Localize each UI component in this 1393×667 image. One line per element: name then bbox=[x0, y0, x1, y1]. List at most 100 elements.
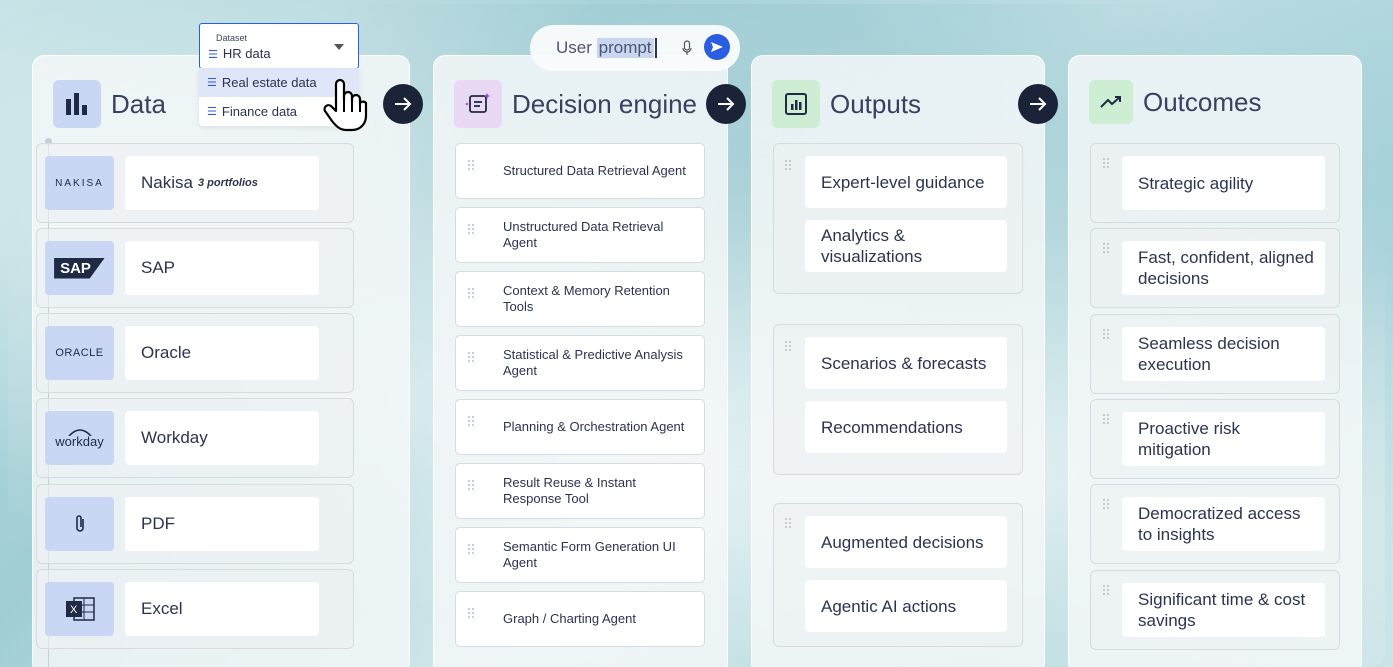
drag-handle-icon[interactable] bbox=[1103, 243, 1111, 255]
outcome-group: Democratized access to insights bbox=[1090, 484, 1340, 565]
data-source-label: Nakisa bbox=[141, 173, 193, 192]
prompt-input[interactable]: User prompt bbox=[530, 25, 740, 71]
list-icon: ☰ bbox=[208, 49, 218, 61]
portfolio-note: 3 portfolios bbox=[197, 177, 258, 189]
agent-label: Statistical & Predictive Analysis Agent bbox=[503, 347, 683, 378]
output-card[interactable]: Augmented decisions bbox=[805, 516, 1007, 568]
data-source-sap[interactable]: SAP SAP bbox=[36, 228, 354, 308]
svg-text:X: X bbox=[70, 604, 78, 616]
outcome-label: Significant time & cost savings bbox=[1138, 589, 1306, 630]
drag-handle-icon[interactable] bbox=[1103, 584, 1111, 597]
dataset-value: HR data bbox=[222, 46, 271, 61]
outcome-group: Proactive risk mitigation bbox=[1090, 398, 1340, 479]
agent-card[interactable]: Context & Memory Retention Tools bbox=[455, 271, 705, 327]
drag-handle-icon[interactable] bbox=[1103, 413, 1111, 426]
outcome-group: Seamless decision execution bbox=[1090, 313, 1340, 394]
agent-label: Context & Memory Retention Tools bbox=[503, 283, 670, 314]
drag-handle-icon[interactable] bbox=[468, 224, 476, 236]
outcome-label: Strategic agility bbox=[1138, 173, 1254, 193]
agent-card[interactable]: Semantic Form Generation UI Agent bbox=[455, 527, 705, 583]
arrow-right-button[interactable] bbox=[706, 84, 746, 124]
data-source-workday[interactable]: workday Workday bbox=[36, 398, 354, 478]
agent-card[interactable]: Statistical & Predictive Analysis Agent bbox=[455, 335, 705, 391]
outcome-group: Significant time & cost savings bbox=[1090, 569, 1340, 650]
data-source-oracle[interactable]: ORACLE Oracle bbox=[36, 313, 354, 393]
drag-handle-icon[interactable] bbox=[785, 160, 793, 172]
agent-card[interactable]: Result Reuse & Instant Response Tool bbox=[455, 463, 705, 519]
outcome-card[interactable]: Fast, confident, aligned decisions bbox=[1122, 241, 1325, 296]
arrow-right-button[interactable] bbox=[383, 84, 423, 124]
outcome-label: Fast, confident, aligned decisions bbox=[1138, 248, 1314, 289]
agent-card[interactable]: Unstructured Data Retrieval Agent bbox=[455, 207, 705, 263]
output-card[interactable]: Recommendations bbox=[805, 401, 1007, 453]
drag-handle-icon[interactable] bbox=[468, 288, 476, 300]
dashboard-chart-icon bbox=[772, 80, 820, 128]
outcome-label: Democratized access to insights bbox=[1138, 504, 1301, 545]
agent-label: Structured Data Retrieval Agent bbox=[503, 163, 686, 178]
drag-handle-icon[interactable] bbox=[1103, 499, 1111, 511]
dataset-select[interactable]: Dataset ☰ HR data bbox=[199, 23, 359, 69]
outcome-card[interactable]: Democratized access to insights bbox=[1122, 497, 1325, 552]
data-source-label: Excel bbox=[141, 599, 183, 618]
send-button[interactable] bbox=[704, 34, 730, 60]
drag-handle-icon[interactable] bbox=[468, 544, 476, 556]
microphone-icon[interactable] bbox=[682, 40, 692, 61]
data-source-excel[interactable]: X Excel bbox=[36, 569, 354, 649]
agent-label: Planning & Orchestration Agent bbox=[503, 419, 685, 434]
excel-icon: X bbox=[45, 582, 114, 636]
drag-handle-icon[interactable] bbox=[468, 160, 476, 172]
outcome-group: Fast, confident, aligned decisions bbox=[1090, 228, 1340, 309]
magic-form-icon bbox=[454, 80, 502, 128]
prompt-selection: prompt bbox=[596, 38, 654, 58]
outcome-card[interactable]: Significant time & cost savings bbox=[1122, 582, 1325, 637]
oracle-logo: ORACLE bbox=[45, 326, 114, 380]
output-card[interactable]: Analytics & visualizations bbox=[805, 220, 1007, 272]
output-card[interactable]: Agentic AI actions bbox=[805, 580, 1007, 632]
drag-handle-icon[interactable] bbox=[785, 341, 793, 353]
data-source-pdf[interactable]: PDF bbox=[36, 484, 354, 564]
dataset-label: Dataset bbox=[216, 33, 248, 43]
agent-label: Result Reuse & Instant Response Tool bbox=[503, 475, 636, 506]
data-source-label: PDF bbox=[141, 514, 175, 533]
data-source-label: Oracle bbox=[141, 343, 192, 362]
decision-engine-title: Decision engine bbox=[512, 88, 698, 119]
list-icon: ☰ bbox=[207, 106, 217, 118]
drag-handle-icon[interactable] bbox=[468, 608, 476, 620]
drag-handle-icon[interactable] bbox=[1103, 158, 1111, 170]
agent-card[interactable]: Planning & Orchestration Agent bbox=[455, 399, 705, 455]
agent-label: Unstructured Data Retrieval Agent bbox=[503, 219, 664, 250]
outcome-card[interactable]: Proactive risk mitigation bbox=[1122, 411, 1325, 466]
workday-logo: workday bbox=[45, 411, 114, 465]
drag-handle-icon[interactable] bbox=[468, 416, 476, 428]
outcome-label: Seamless decision execution bbox=[1138, 333, 1280, 374]
outcomes-title: Outcomes bbox=[1143, 86, 1262, 117]
outcome-card[interactable]: Strategic agility bbox=[1122, 156, 1325, 210]
agent-label: Semantic Form Generation UI Agent bbox=[503, 539, 676, 570]
list-icon: ☰ bbox=[207, 77, 217, 89]
outputs-title: Outputs bbox=[830, 88, 922, 119]
agent-label: Graph / Charting Agent bbox=[503, 611, 636, 626]
trend-up-icon bbox=[1089, 80, 1133, 124]
chevron-down-icon bbox=[334, 44, 344, 50]
sap-logo: SAP bbox=[45, 241, 114, 295]
drag-handle-icon[interactable] bbox=[468, 352, 476, 364]
hand-pointer-icon bbox=[322, 78, 368, 137]
drag-handle-icon[interactable] bbox=[1103, 328, 1111, 341]
paperclip-icon bbox=[45, 497, 114, 551]
output-card[interactable]: Scenarios & forecasts bbox=[805, 337, 1007, 389]
nakisa-logo: NAKISA bbox=[45, 156, 114, 210]
drag-handle-icon[interactable] bbox=[785, 518, 793, 530]
agent-card[interactable]: Graph / Charting Agent bbox=[455, 591, 705, 647]
data-source-nakisa[interactable]: NAKISA Nakisa 3 portfolios bbox=[36, 143, 354, 223]
prompt-text: User bbox=[556, 38, 597, 57]
outcome-card[interactable]: Seamless decision execution bbox=[1122, 326, 1325, 381]
drag-handle-icon[interactable] bbox=[468, 480, 476, 492]
outcome-label: Proactive risk mitigation bbox=[1138, 418, 1241, 459]
output-card[interactable]: Expert-level guidance bbox=[805, 156, 1007, 208]
text-cursor bbox=[654, 38, 657, 58]
data-source-label: Workday bbox=[141, 428, 208, 447]
agent-card[interactable]: Structured Data Retrieval Agent bbox=[455, 143, 705, 199]
arrow-right-button[interactable] bbox=[1018, 84, 1058, 124]
bar-chart-icon bbox=[53, 80, 101, 128]
data-source-label: SAP bbox=[141, 258, 176, 277]
